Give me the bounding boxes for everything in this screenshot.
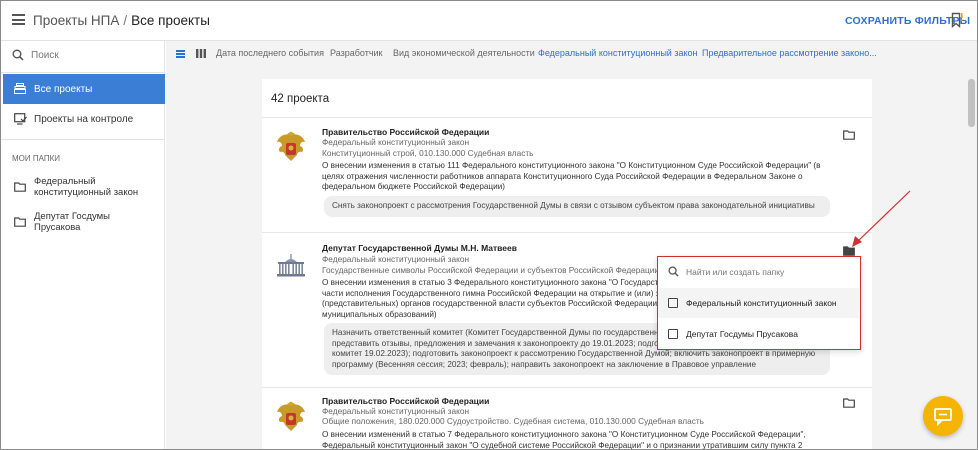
filter-economic-activity[interactable]: Вид экономической деятельности [393, 48, 535, 58]
folder-option-federal-law[interactable]: Федеральный конституционный закон [658, 288, 859, 318]
list-view-icon[interactable] [176, 50, 185, 58]
project-classifier: Общие положения, 180.020.000 Судоустройс… [322, 416, 704, 426]
project-type: Федеральный конституционный закон [322, 406, 470, 416]
breadcrumb-separator: / [123, 13, 128, 28]
sidebar-search[interactable]: Поиск [1, 41, 165, 73]
search-icon [668, 266, 679, 277]
my-folders-title: МОИ ПАПКИ [12, 154, 61, 163]
bookmark-alert-icon[interactable] [951, 12, 964, 28]
stack-icon [14, 83, 26, 94]
folder-option-checkbox[interactable] [668, 298, 678, 308]
project-author[interactable]: Правительство Российской Федерации [322, 127, 489, 138]
folder-icon[interactable] [843, 130, 855, 140]
menu-icon[interactable] [12, 14, 25, 25]
sidebar-item-all-projects[interactable]: Все проекты [3, 74, 165, 104]
coat-of-arms-icon [277, 131, 305, 161]
breadcrumb-current: Все проекты [131, 13, 210, 28]
sidebar: Поиск Все проекты Проекты на контроле МО… [1, 41, 165, 449]
filter-federal-law[interactable]: Федеральный конституционный закон [538, 48, 697, 58]
project-author[interactable]: Депутат Государственной Думы М.Н. Матвее… [322, 243, 517, 254]
scrollbar-thumb[interactable] [968, 79, 975, 127]
columns-view-icon[interactable] [196, 49, 206, 58]
sidebar-folder-prusakova[interactable]: Депутат Госдумы Прусакова [1, 207, 165, 239]
folder-option-label: Федеральный конституционный закон [686, 298, 837, 308]
folder-icon [14, 182, 26, 192]
chat-icon [934, 408, 952, 426]
filter-preliminary-review[interactable]: Предварительное рассмотрение законо... [702, 48, 877, 58]
sidebar-item-monitored-projects[interactable]: Проекты на контроле [3, 104, 165, 134]
breadcrumb: Проекты НПА / Все проекты [33, 13, 210, 28]
project-description[interactable]: О внесении изменений в статью 7 Федераль… [322, 430, 832, 449]
app-window: Проекты НПА / Все проекты СОХРАНИТЬ ФИЛЬТР… [0, 0, 978, 450]
project-status: Снять законопроект с рассмотрения Госуда… [324, 196, 830, 217]
folder-option-checkbox[interactable] [668, 329, 678, 339]
folder-option-label: Депутат Госдумы Прусакова [686, 329, 798, 339]
top-bar: Проекты НПА / Все проекты СОХРАНИТЬ ФИЛЬТР… [1, 1, 977, 41]
folder-picker-popup: Найти или создать папку Федеральный конс… [657, 256, 861, 350]
folder-search-placeholder: Найти или создать папку [686, 267, 785, 277]
filter-bar: Дата последнего события Разработчик Вид … [166, 41, 966, 67]
sidebar-item-label: Все проекты [34, 84, 93, 95]
sidebar-item-label: Проекты на контроле [34, 114, 134, 125]
results-count: 42 проекта [271, 93, 330, 105]
project-type: Федеральный конституционный закон [322, 137, 470, 147]
filter-developer[interactable]: Разработчик [330, 48, 382, 58]
duma-building-icon [277, 254, 305, 277]
project-row[interactable]: Правительство Российской Федерации Федер… [262, 118, 872, 231]
page-scrollbar[interactable] [966, 75, 977, 449]
folder-icon [14, 217, 26, 227]
annotation-arrow [852, 190, 911, 247]
project-row[interactable]: Правительство Российской Федерации Федер… [262, 388, 872, 449]
folder-search-input[interactable]: Найти или создать папку [658, 257, 859, 288]
project-type: Федеральный конституционный закон [322, 254, 470, 264]
project-classifier: Государственные символы Российской Федер… [322, 264, 660, 275]
monitor-check-icon [14, 113, 27, 125]
divider [1, 139, 165, 140]
search-icon [12, 49, 24, 61]
sidebar-folder-label: Депутат Госдумы Прусакова [34, 211, 111, 233]
project-description[interactable]: О внесении изменения в статью 111 Федера… [322, 161, 832, 193]
sidebar-folder-federal-law[interactable]: Федеральный конституционный закон [1, 172, 165, 204]
project-classifier: Конституционный строй, 010.130.000 Судеб… [322, 147, 534, 158]
filter-last-event-date[interactable]: Дата последнего события [216, 48, 324, 58]
folder-icon[interactable] [843, 398, 855, 408]
sidebar-folder-label: Федеральный конституционный закон [34, 176, 139, 198]
chat-button[interactable] [923, 396, 963, 436]
sidebar-search-placeholder: Поиск [31, 50, 59, 61]
project-author[interactable]: Правительство Российской Федерации [322, 396, 489, 407]
breadcrumb-root[interactable]: Проекты НПА [33, 13, 119, 28]
folder-option-prusakova[interactable]: Депутат Госдумы Прусакова [658, 319, 859, 349]
coat-of-arms-icon [277, 401, 305, 431]
